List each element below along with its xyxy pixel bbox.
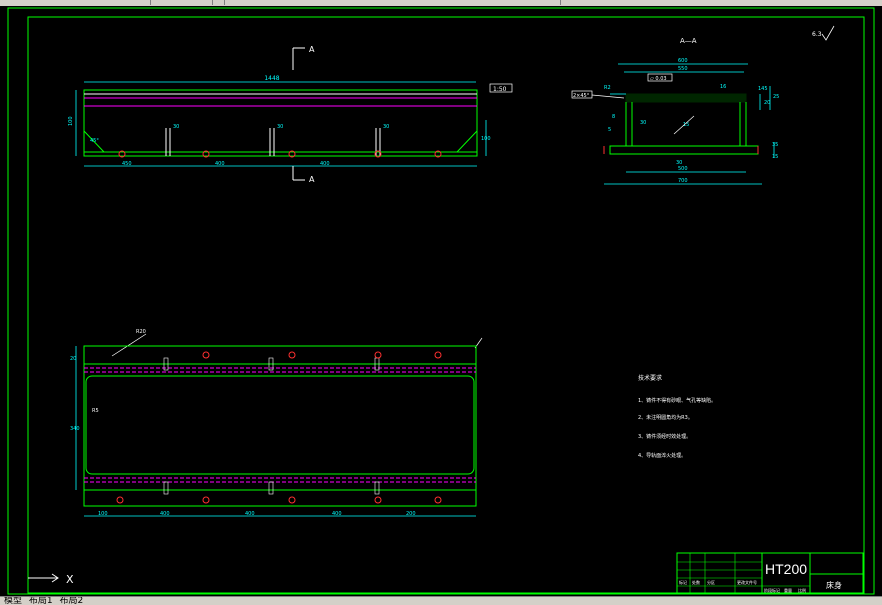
dim-right-25: 25 [773, 94, 779, 100]
plan-dim-5: 200 [406, 511, 416, 517]
label-30: 30 [640, 120, 646, 126]
chamfer-label: 45° [90, 138, 99, 144]
toolbar-segment[interactable] [214, 0, 225, 5]
front-view: A 1448 1:50 30 30 30 100 100 45° 450 400… [68, 45, 513, 184]
dim-bottom-1: 450 [122, 161, 132, 167]
tech-requirements: 技术要求 1、铸件不得有砂眼、气孔等缺陷。 2、未注明圆角均为R3。 3、铸件须… [638, 374, 716, 459]
plan-dim-1: 100 [98, 511, 108, 517]
plan-view: R20 R5 20 340 100 400 400 400 200 [70, 329, 483, 517]
dim-overall-length: 1448 [264, 75, 279, 82]
toolbar-segment[interactable] [540, 0, 561, 5]
tech-item-3: 3、铸件须经时效处理。 [638, 433, 691, 440]
roughness-symbol: 6.3 [812, 25, 835, 41]
toolbar-segment[interactable] [152, 0, 213, 5]
tb-sign-3: 比例 [798, 587, 806, 593]
tech-item-2: 2、未注明圆角均为R3。 [638, 414, 693, 421]
inner-border [27, 16, 865, 594]
label-145: 145 [758, 86, 768, 92]
label-5: 5 [608, 127, 611, 133]
tech-title: 技术要求 [638, 374, 662, 382]
section-mark-top: A [309, 45, 315, 54]
tech-item-4: 4、导轨面淬火处理。 [638, 452, 686, 459]
drawing-canvas[interactable]: A 1448 1:50 30 30 30 100 100 45° 450 400… [0, 6, 882, 596]
tb-sign-2: 重量 [784, 587, 792, 593]
ucs-icon: X [28, 573, 74, 586]
ucs-x-label: X [66, 573, 74, 586]
tb-row-label-3: 分区 [707, 579, 715, 585]
section-label: A—A [680, 37, 697, 45]
dim-bottom-500: 500 [678, 166, 688, 172]
slot-label-2: 30 [277, 124, 283, 130]
tb-row-label-4: 更改文件号 [737, 579, 757, 585]
plan-dim-4: 400 [332, 511, 342, 517]
plan-dim-2: 400 [160, 511, 170, 517]
corner-tag: R20 [136, 329, 146, 335]
label-r2: R2 [604, 85, 611, 91]
dim-right-height: 100 [481, 136, 491, 142]
dim-right-20: 20 [764, 100, 770, 106]
label-16: 16 [720, 84, 726, 90]
tb-sign-1: 阶段标记 [764, 587, 780, 593]
label-8: 8 [612, 114, 615, 120]
flatness-box: ▱ 0.03 [650, 76, 667, 82]
section-view: A—A 600 550 ▱ 0.03 2×45° R2 145 16 30 5 … [571, 37, 779, 185]
dim-right-35: 35 [772, 142, 778, 148]
dim-top-600: 600 [678, 58, 688, 64]
tech-item-1: 1、铸件不得有砂眼、气孔等缺陷。 [638, 397, 716, 404]
tb-row-label-2: 处数 [692, 579, 700, 585]
toolbar-segment[interactable] [0, 0, 151, 5]
right-box-label: 1:50 [493, 86, 507, 93]
dim-bottom-2: 400 [215, 161, 225, 167]
plan-dim-3: 400 [245, 511, 255, 517]
dim-bottom-3: 400 [320, 161, 330, 167]
roughness-value: 6.3 [812, 31, 822, 38]
title-block: 标记 处数 分区 更改文件号 阶段标记 重量 比例 HT200 床身 [676, 552, 864, 594]
section-mark-bottom: A [309, 175, 315, 184]
part-name: 床身 [826, 580, 842, 590]
tb-row-label-1: 标记 [679, 579, 687, 585]
inner-mark: R5 [92, 408, 99, 414]
slot-label-1: 30 [173, 124, 179, 130]
dim-left-20: 20 [70, 356, 76, 362]
dim-top-550: 550 [678, 66, 688, 72]
dim-left-340: 340 [70, 426, 80, 432]
material-label: HT200 [765, 561, 807, 577]
dim-bottom-700: 700 [678, 178, 688, 184]
slot-label-3: 30 [383, 124, 389, 130]
left-callout: 2×45° [573, 93, 590, 99]
dim-left-height: 100 [68, 116, 74, 126]
dim-right-15: 15 [772, 154, 778, 160]
